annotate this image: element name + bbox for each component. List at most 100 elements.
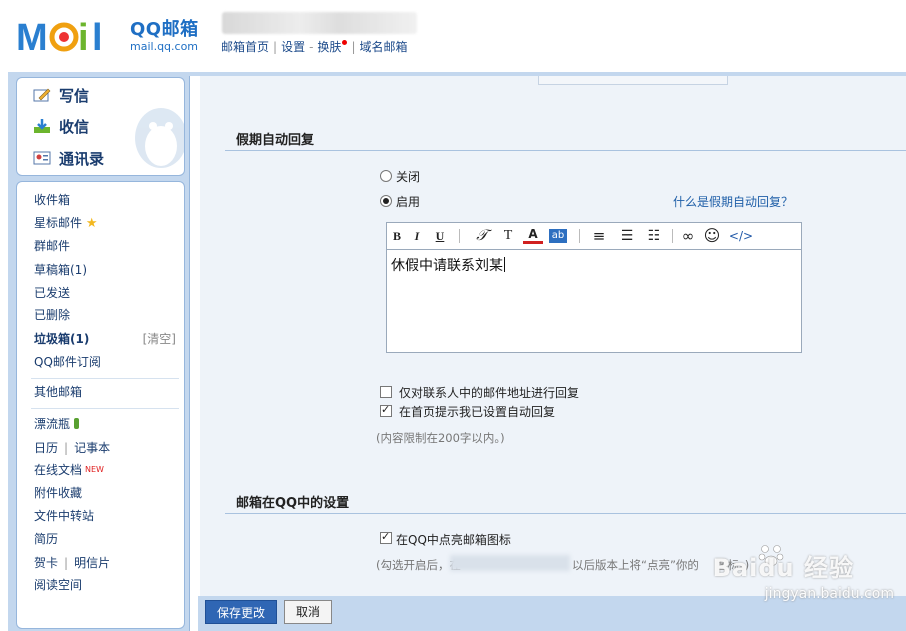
- sidebar-item-starred[interactable]: 星标邮件 ★: [34, 212, 98, 234]
- svg-text:M: M: [16, 17, 48, 56]
- sidebar-item-sent[interactable]: 已发送: [34, 282, 70, 304]
- toolbar-separator: [672, 229, 673, 243]
- drift-label: 漂流瓶: [34, 417, 71, 431]
- bullet-list-icon[interactable]: ☰: [617, 227, 637, 245]
- contact-card-icon: [33, 151, 51, 165]
- vacation-on-radio[interactable]: [380, 195, 392, 207]
- receive-label: 收信: [59, 118, 90, 136]
- separator: |: [351, 40, 356, 54]
- sidebar-item-subscribe[interactable]: QQ邮件订阅: [34, 351, 101, 373]
- star-icon: ★: [85, 216, 98, 231]
- sidebar-item-cards: 贺卡 | 明信片: [34, 552, 110, 574]
- sidebar-item-reading[interactable]: 阅读空间: [34, 574, 82, 596]
- link-skin[interactable]: 换肤: [317, 40, 341, 54]
- sidebar-item-docs[interactable]: 在线文档 NEW: [34, 459, 104, 481]
- sidebar-item-transfer[interactable]: 文件中转站: [34, 505, 94, 527]
- italic-button[interactable]: I: [411, 227, 423, 245]
- dash: -: [309, 40, 314, 54]
- settings-content: 假期自动回复 关闭 启用 什么是假期自动回复？ B I U 𝒯 T A ab ≡…: [200, 76, 906, 596]
- save-button[interactable]: 保存更改: [205, 600, 277, 624]
- qq-hint-start: (勾选开启后，在: [376, 558, 461, 572]
- baidu-watermark-url: jingyan.baidu.com: [764, 586, 894, 602]
- align-icon[interactable]: ≡: [589, 227, 609, 245]
- font-family-icon[interactable]: 𝒯: [471, 227, 493, 245]
- separator: |: [273, 40, 278, 54]
- qq-hint-end: 以后版本上将“点亮”你的: [572, 558, 699, 572]
- receive-button[interactable]: 收信: [33, 114, 89, 140]
- pencil-icon: [33, 88, 51, 102]
- new-badge: NEW: [85, 465, 104, 474]
- font-color-icon[interactable]: A: [523, 227, 543, 244]
- svg-text:l: l: [92, 17, 103, 56]
- bold-button[interactable]: B: [391, 227, 403, 245]
- blurred-text: [450, 555, 570, 571]
- sidebar-item-other-mail[interactable]: 其他邮箱: [34, 381, 82, 403]
- html-source-icon[interactable]: </>: [727, 227, 755, 245]
- separator: |: [64, 441, 69, 455]
- brand-url: mail.qq.com: [130, 40, 199, 53]
- contacts-button[interactable]: 通讯录: [33, 146, 104, 172]
- editor-toolbar: B I U 𝒯 T A ab ≡ ☰ ☷ ∞ ☺ </>: [387, 223, 801, 250]
- junk-clear-link[interactable]: [清空]: [143, 328, 176, 350]
- new-dot-icon: [342, 40, 348, 45]
- background-color-icon[interactable]: ab: [549, 229, 567, 243]
- light-icon-label[interactable]: 在QQ中点亮邮箱图标: [396, 531, 511, 548]
- mail-logo-icon[interactable]: M i l: [16, 16, 126, 56]
- underline-button[interactable]: U: [433, 227, 447, 245]
- top-links: 邮箱首页 | 设置 - 换肤 | 域名邮箱: [221, 38, 408, 55]
- starred-label: 星标邮件: [34, 216, 83, 230]
- vacation-section-title: 假期自动回复: [236, 133, 315, 148]
- sidebar-item-resume[interactable]: 简历: [34, 528, 58, 550]
- postcards-link[interactable]: 明信片: [74, 556, 110, 570]
- cancel-button[interactable]: 取消: [284, 600, 332, 624]
- cards-link[interactable]: 贺卡: [34, 556, 58, 570]
- section-divider: [225, 150, 906, 151]
- homepage-notice-label[interactable]: 在首页提示我已设置自动回复: [399, 403, 555, 420]
- bottle-icon: [73, 418, 79, 429]
- divider: [31, 408, 179, 409]
- sidebar-item-junk[interactable]: 垃圾箱(1): [34, 328, 89, 350]
- penguin-watermark-icon: [135, 108, 184, 168]
- light-icon-checkbox[interactable]: [380, 530, 392, 544]
- notes-link[interactable]: 记事本: [74, 441, 110, 455]
- font-size-icon[interactable]: T: [497, 227, 519, 245]
- reply-message-text: 休假中请联系刘某: [391, 258, 503, 274]
- contacts-only-label[interactable]: 仅对联系人中的邮件地址进行回复: [399, 384, 579, 401]
- sidebar-item-inbox[interactable]: 收件箱: [34, 189, 70, 211]
- emoji-icon[interactable]: ☺: [703, 227, 721, 245]
- sidebar-item-attachments[interactable]: 附件收藏: [34, 482, 82, 504]
- link-domain-mail[interactable]: 域名邮箱: [359, 40, 407, 54]
- contacts-label: 通讯录: [59, 150, 105, 168]
- sidebar-primary: 写信 收信 通讯录: [16, 77, 185, 176]
- docs-label: 在线文档: [34, 463, 83, 477]
- brand-text: QQ邮箱 mail.qq.com: [130, 20, 199, 54]
- sidebar-item-drift-bottle[interactable]: 漂流瓶: [34, 413, 79, 435]
- link-settings[interactable]: 设置: [281, 40, 305, 54]
- sidebar-folders: 收件箱 星标邮件 ★ 群邮件 草稿箱(1) 已发送 已删除 垃圾箱(1) [清空…: [16, 181, 185, 629]
- vacation-on-label[interactable]: 启用: [396, 193, 420, 210]
- qq-settings-section-title: 邮箱在QQ中的设置: [236, 496, 350, 511]
- homepage-notice-checkbox[interactable]: [380, 403, 392, 417]
- vacation-help-link[interactable]: 什么是假期自动回复？: [673, 193, 793, 210]
- sidebar-item-deleted[interactable]: 已删除: [34, 304, 70, 326]
- blurred-username: [222, 12, 417, 34]
- vacation-off-label[interactable]: 关闭: [396, 168, 420, 185]
- vacation-off-radio[interactable]: [380, 170, 392, 182]
- reply-editor: B I U 𝒯 T A ab ≡ ☰ ☷ ∞ ☺ </> 休假中请联系刘某: [386, 222, 802, 353]
- baidu-watermark: Baidu 经验: [712, 554, 854, 582]
- section-divider: [225, 513, 906, 514]
- calendar-link[interactable]: 日历: [34, 441, 58, 455]
- text-caret: [504, 257, 505, 272]
- reply-message-textarea[interactable]: 休假中请联系刘某: [391, 255, 505, 275]
- separator: |: [64, 556, 69, 570]
- compose-button[interactable]: 写信: [33, 83, 89, 109]
- limit-hint: (内容限制在200字以内。): [376, 431, 505, 445]
- sidebar-item-group[interactable]: 群邮件: [34, 235, 70, 257]
- link-home[interactable]: 邮箱首页: [221, 40, 269, 54]
- contacts-only-checkbox[interactable]: [380, 386, 392, 398]
- sidebar-item-drafts[interactable]: 草稿箱(1): [34, 259, 87, 281]
- numbered-list-icon[interactable]: ☷: [644, 227, 664, 245]
- compose-label: 写信: [59, 87, 90, 105]
- link-icon[interactable]: ∞: [679, 227, 697, 245]
- header: M i l QQ邮箱 mail.qq.com 邮箱首页 | 设置 - 换肤 | 域名邮箱: [0, 0, 906, 72]
